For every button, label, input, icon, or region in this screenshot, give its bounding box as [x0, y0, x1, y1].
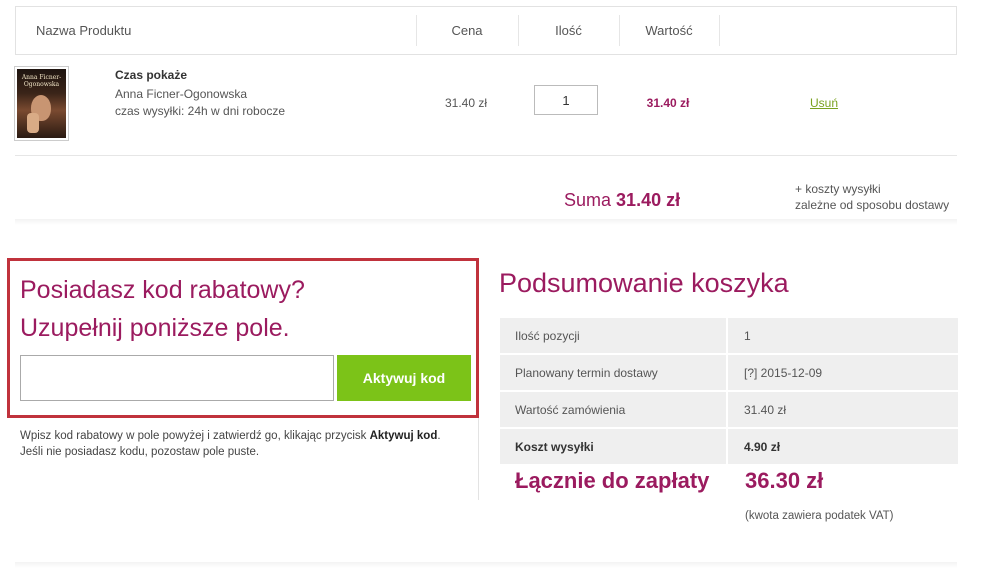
vat-note: (kwota zawiera podatek VAT) [745, 510, 894, 522]
coupon-help-text: Wpisz kod rabatowy w pole powyżej i zatw… [20, 428, 460, 460]
summary-row: Ilość pozycji 1 [500, 318, 958, 353]
coupon-code-input[interactable] [20, 355, 334, 401]
summary-label: Wartość zamówienia [500, 392, 728, 427]
product-title[interactable]: Czas pokaże [115, 68, 187, 82]
header-divider [719, 15, 720, 46]
summary-label: Ilość pozycji [500, 318, 728, 353]
summary-value: 31.40 zł [728, 392, 958, 427]
coupon-help-bold: Aktywuj kod [369, 430, 438, 442]
summary-value: 4.90 zł [728, 429, 958, 464]
shipping-note-line2: zależne od sposobu dostawy [795, 198, 950, 212]
bottom-shadow [15, 562, 957, 568]
row-divider [15, 155, 957, 156]
header-price: Cena [451, 23, 483, 38]
header-quantity: Ilość [555, 23, 582, 38]
product-value: 31.40 zł [646, 96, 690, 110]
coupon-box: Posiadasz kod rabatowy? Uzupełnij poniżs… [7, 258, 479, 418]
total-value: 36.30 zł [745, 468, 824, 493]
summary-row-shipping: Koszt wysyłki 4.90 zł [500, 429, 958, 464]
section-shadow [15, 219, 957, 225]
product-price: 31.40 zł [444, 96, 488, 110]
summary-title: Podsumowanie koszyka [499, 268, 789, 298]
coupon-heading-line1: Posiadasz kod rabatowy? [20, 276, 305, 304]
cover-title-text: Anna Ficner-Ogonowska [21, 74, 62, 88]
summary-value: [?] 2015-12-09 [728, 355, 958, 390]
coupon-heading: Posiadasz kod rabatowy? Uzupełnij poniżs… [20, 271, 305, 347]
product-cover-image[interactable]: Anna Ficner-Ogonowska [14, 66, 69, 141]
remove-item-link[interactable]: Usuń [810, 96, 838, 110]
summary-value: 1 [728, 318, 958, 353]
summary-label: Planowany termin dostawy [500, 355, 728, 390]
summary-table: Ilość pozycji 1 Planowany termin dostawy… [500, 316, 958, 466]
summary-row: Wartość zamówienia 31.40 zł [500, 392, 958, 427]
shipping-cost-note: + koszty wysyłki zależne od sposobu dost… [795, 181, 949, 213]
summary-row: Planowany termin dostawy [?] 2015-12-09 [500, 355, 958, 390]
coupon-help-part1: Wpisz kod rabatowy w pole powyżej i zatw… [20, 430, 370, 442]
product-shipping-time: czas wysyłki: 24h w dni robocze [115, 104, 286, 118]
product-author: Anna Ficner-Ogonowska [115, 87, 248, 101]
activate-code-button[interactable]: Aktywuj kod [337, 355, 471, 401]
shipping-note-line1: + koszty wysyłki [795, 182, 881, 196]
column-divider [478, 418, 479, 500]
cart-table-header: Nazwa Produktu Cena Ilość Wartość [15, 6, 957, 55]
sum-value: 31.40 zł [616, 190, 681, 210]
sum-label: Suma [564, 190, 612, 210]
cart-sum: Suma 31.40 zł [564, 190, 680, 211]
coupon-heading-line2: Uzupełnij poniższe pole. [20, 314, 290, 342]
quantity-input[interactable] [534, 85, 598, 115]
book-cover-art: Anna Ficner-Ogonowska [17, 69, 66, 138]
total-label: Łącznie do zapłaty [515, 468, 710, 493]
header-product-name: Nazwa Produktu [36, 23, 132, 38]
cover-hand-shape [27, 113, 39, 133]
header-value: Wartość [645, 23, 693, 38]
summary-label: Koszt wysyłki [500, 429, 728, 464]
